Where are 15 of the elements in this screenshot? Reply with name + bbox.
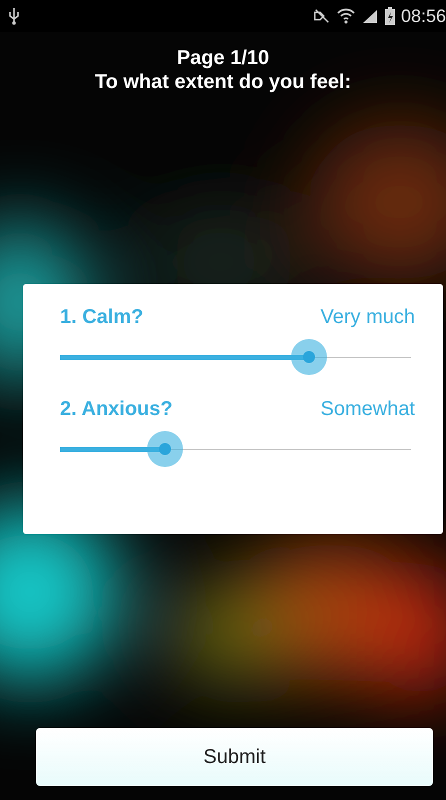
usb-icon — [8, 7, 20, 25]
page-number: Page 1/10 — [176, 46, 270, 70]
slider-reading: Very much — [320, 306, 415, 329]
wifi-icon — [336, 8, 355, 24]
clock: 08:56 — [400, 6, 446, 26]
question-label: 1. Calm? — [60, 306, 144, 329]
question-label: 2. Anxious? — [60, 398, 173, 421]
signal-icon — [360, 8, 379, 24]
question-prompt: To what extent do you feel: — [94, 70, 352, 94]
mute-icon — [312, 8, 331, 24]
slider-thumb[interactable] — [291, 339, 328, 375]
submit-button[interactable]: Submit — [36, 728, 433, 786]
battery-icon — [384, 7, 395, 25]
slider-thumb[interactable] — [147, 431, 184, 467]
slider-reading: Somewhat — [320, 398, 415, 421]
